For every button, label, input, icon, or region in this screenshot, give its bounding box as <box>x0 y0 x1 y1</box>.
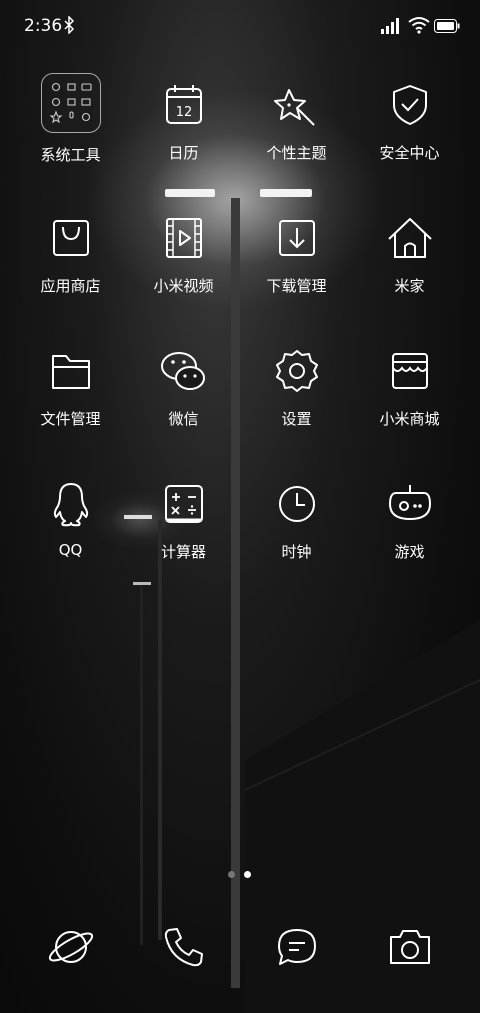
app-label: 设置 <box>281 410 312 428</box>
browser-planet-icon[interactable] <box>46 922 96 972</box>
app-themes[interactable]: 个性主题 <box>240 70 353 180</box>
app-mi-video[interactable]: 小米视频 <box>127 203 240 313</box>
app-label: 米家 <box>394 277 425 295</box>
qq-penguin-icon <box>53 483 88 527</box>
app-settings[interactable]: 设置 <box>240 336 353 446</box>
shield-check-icon <box>392 85 427 125</box>
app-label: 应用商店 <box>40 277 101 295</box>
app-games[interactable]: 游戏 <box>353 469 466 579</box>
app-app-store[interactable]: 应用商店 <box>14 203 127 313</box>
battery-icon <box>434 19 460 33</box>
folder-icon <box>40 73 101 133</box>
app-label: 计算器 <box>160 543 206 561</box>
app-label: 系统工具 <box>40 146 101 164</box>
app-mi-store[interactable]: 小米商城 <box>353 336 466 446</box>
app-calculator[interactable]: 计算器 <box>127 469 240 579</box>
app-security-center[interactable]: 安全中心 <box>353 70 466 180</box>
app-downloads[interactable]: 下载管理 <box>240 203 353 313</box>
gear-icon <box>275 350 318 392</box>
phone-icon[interactable] <box>159 922 209 972</box>
messages-icon[interactable] <box>272 922 322 972</box>
app-mi-home[interactable]: 米家 <box>353 203 466 313</box>
app-clock[interactable]: 时钟 <box>240 469 353 579</box>
store-icon <box>391 353 428 389</box>
dock <box>0 922 480 976</box>
download-icon <box>278 220 315 256</box>
camera-icon[interactable] <box>385 922 435 972</box>
page-dot[interactable] <box>228 871 235 878</box>
app-wechat[interactable]: 微信 <box>127 336 240 446</box>
clock-icon <box>278 486 315 522</box>
wechat-icon <box>160 352 205 390</box>
shopping-bag-icon <box>52 220 89 256</box>
app-qq[interactable]: QQ <box>14 469 127 579</box>
app-label: 日历 <box>168 144 199 162</box>
calendar-icon: 12 <box>165 85 202 124</box>
app-label: 游戏 <box>394 543 425 561</box>
app-label: 下载管理 <box>266 277 327 295</box>
app-label: 小米商城 <box>379 410 440 428</box>
app-label: 微信 <box>168 410 199 428</box>
app-label: 时钟 <box>281 543 312 561</box>
app-calendar[interactable]: 12 日历 <box>127 70 240 180</box>
app-label: QQ <box>58 541 83 559</box>
signal-icon <box>381 18 399 34</box>
page-dot-active[interactable] <box>244 871 251 878</box>
status-bar: 2:36 <box>0 0 480 52</box>
app-system-tools-folder[interactable]: 系统工具 <box>14 70 127 180</box>
calculator-icon <box>164 485 203 523</box>
folder-file-icon <box>51 355 90 389</box>
game-icon <box>388 485 431 521</box>
video-play-icon <box>165 218 202 258</box>
app-file-manager[interactable]: 文件管理 <box>14 336 127 446</box>
home-icon <box>387 218 432 258</box>
status-time: 2:36 <box>24 16 63 36</box>
bluetooth-icon <box>64 16 75 34</box>
app-label: 文件管理 <box>40 410 101 428</box>
app-label: 安全中心 <box>379 144 440 162</box>
calendar-day: 12 <box>175 105 192 120</box>
page-indicator <box>228 871 254 879</box>
app-label: 小米视频 <box>153 277 214 295</box>
theme-star-icon <box>273 89 315 126</box>
wifi-icon <box>408 17 430 34</box>
app-label: 个性主题 <box>266 144 327 162</box>
